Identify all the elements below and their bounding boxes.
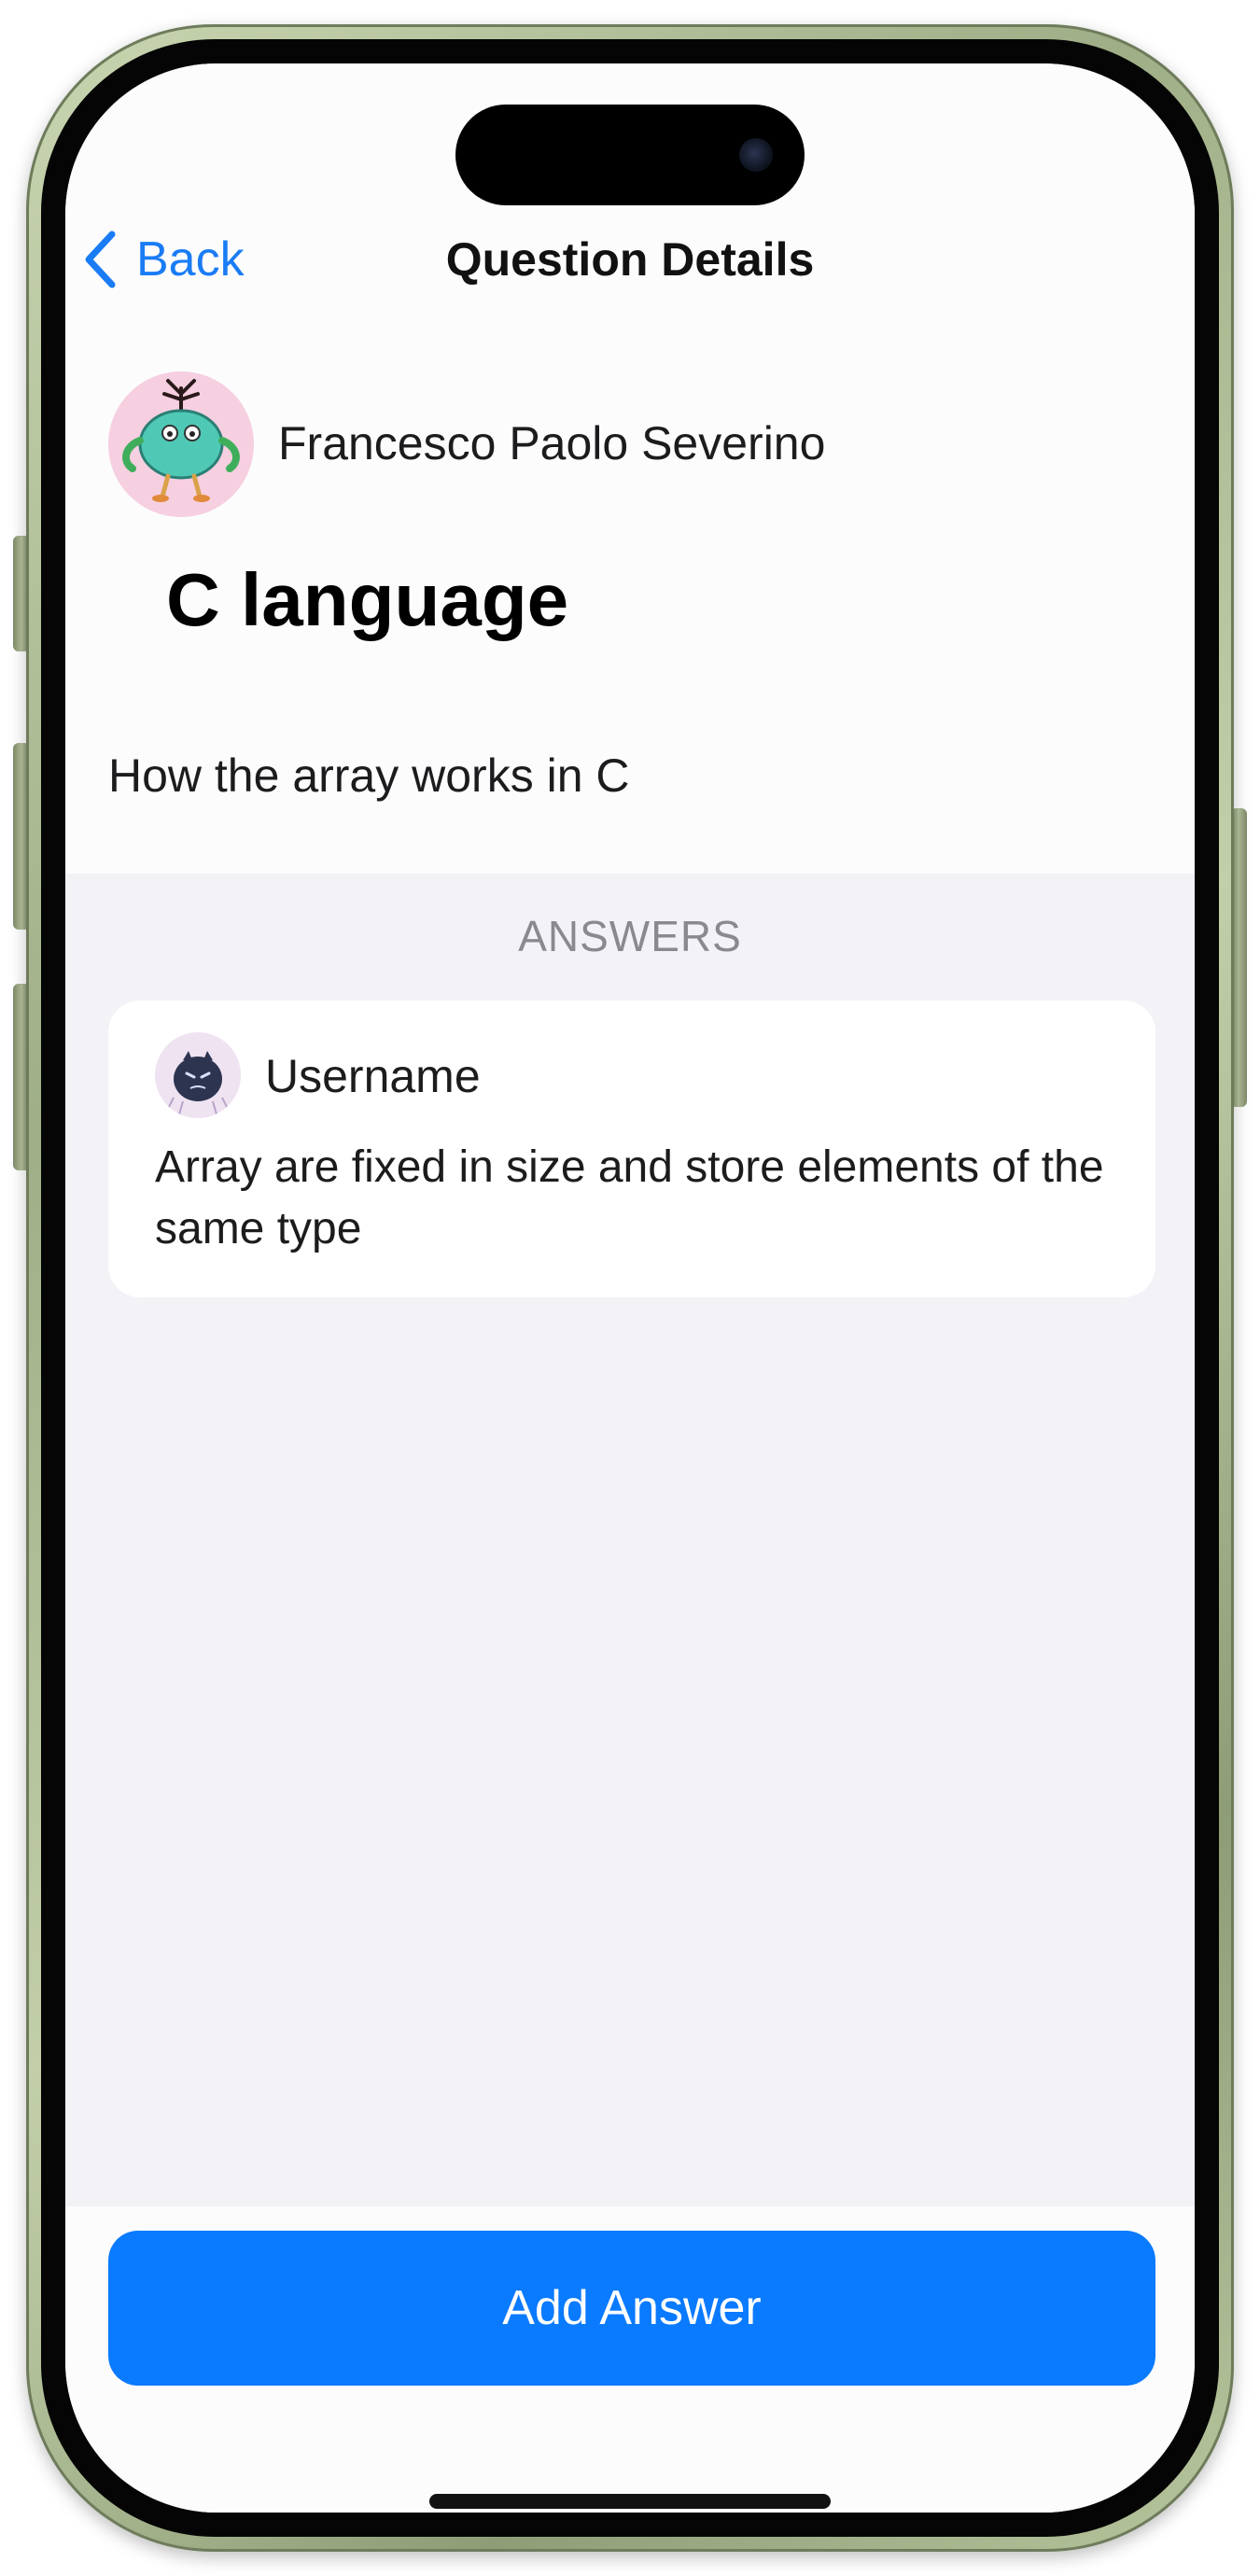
answers-section-header: ANSWERS (518, 912, 742, 960)
back-button[interactable]: Back (84, 222, 245, 297)
back-label: Back (136, 232, 245, 287)
monster-avatar-icon (108, 371, 254, 517)
screen: Back Question Details Francesco Paolo Se… (65, 63, 1195, 2513)
add-answer-button[interactable]: Add Answer (108, 2231, 1155, 2386)
answer-username: Username (265, 1050, 481, 1102)
answer-card[interactable]: Username Array are fixed in size and sto… (108, 1001, 1155, 1297)
author-name: Francesco Paolo Severino (278, 417, 826, 469)
question-body: How the array works in C (108, 749, 630, 802)
answer-text: Array are fixed in size and store elemen… (155, 1142, 1104, 1253)
dark-creature-avatar-icon (155, 1032, 241, 1118)
answer-avatar[interactable] (155, 1032, 241, 1118)
question-title: C language (166, 558, 569, 641)
chevron-left-icon (85, 231, 116, 288)
front-camera-icon (739, 138, 773, 172)
dynamic-island (455, 105, 805, 205)
home-indicator[interactable] (429, 2494, 831, 2509)
author-avatar[interactable] (108, 371, 254, 517)
